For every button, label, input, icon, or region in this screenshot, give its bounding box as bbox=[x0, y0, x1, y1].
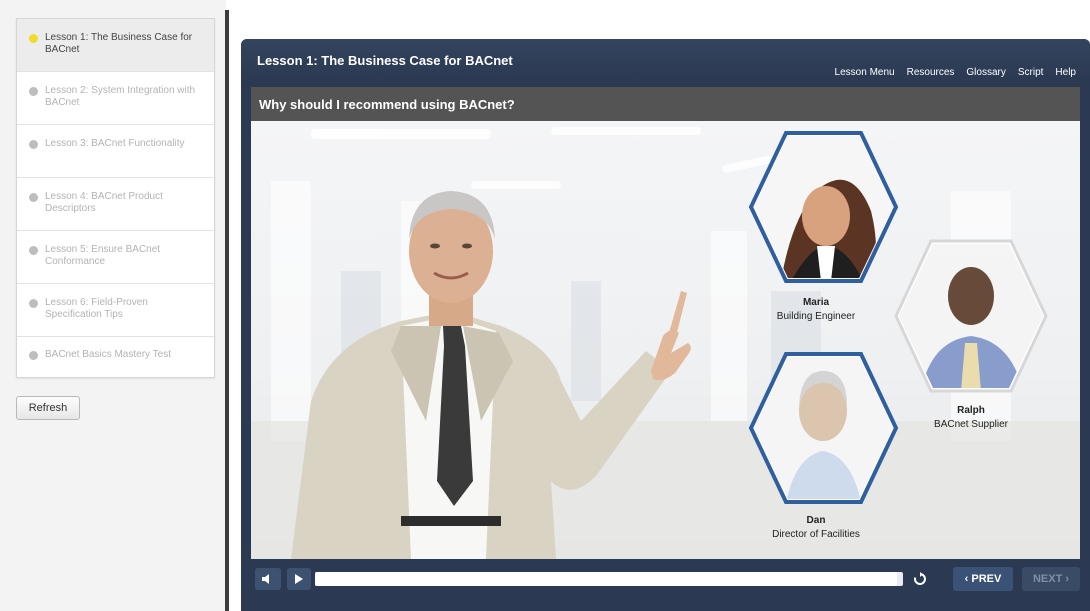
maria-name: Maria bbox=[802, 297, 830, 308]
lesson-item-4[interactable]: Lesson 4: BACnet Product Descriptors bbox=[17, 178, 214, 231]
mastery-test-item[interactable]: BACnet Basics Mastery Test bbox=[17, 337, 214, 377]
lesson-dot-icon bbox=[29, 351, 38, 360]
lesson-label: BACnet Basics Mastery Test bbox=[45, 349, 171, 360]
refresh-button[interactable]: Refresh bbox=[16, 396, 80, 420]
lesson-label: Lesson 1: The Business Case for BACnet bbox=[45, 32, 193, 55]
progress-bar[interactable] bbox=[315, 572, 903, 586]
lesson-label: Lesson 6: Field-Proven Specification Tip… bbox=[45, 297, 148, 320]
lesson-title: Lesson 1: The Business Case for BACnet bbox=[257, 53, 513, 68]
top-nav: Lesson Menu Resources Glossary Script He… bbox=[835, 67, 1076, 78]
player-header: Lesson 1: The Business Case for BACnet L… bbox=[241, 39, 1090, 87]
lesson-list: Lesson 1: The Business Case for BACnet L… bbox=[16, 18, 215, 378]
lesson-item-5[interactable]: Lesson 5: Ensure BACnet Conformance bbox=[17, 231, 214, 284]
question-text: Why should I recommend using BACnet? bbox=[259, 97, 515, 112]
lesson-item-3[interactable]: Lesson 3: BACnet Functionality bbox=[17, 125, 214, 178]
dan-name: Dan bbox=[806, 515, 826, 526]
player-controls: ‹ PREV NEXT › bbox=[241, 559, 1090, 611]
question-bar: Why should I recommend using BACnet? bbox=[251, 87, 1080, 121]
office-scene-illustration bbox=[251, 127, 1080, 559]
play-button[interactable] bbox=[287, 568, 311, 590]
sidebar: Lesson 1: The Business Case for BACnet L… bbox=[0, 0, 226, 611]
lesson-dot-icon bbox=[29, 193, 38, 202]
prev-button[interactable]: ‹ PREV bbox=[953, 567, 1013, 591]
lesson-dot-icon bbox=[29, 87, 38, 96]
nav-resources[interactable]: Resources bbox=[907, 67, 955, 78]
dan-role: Director of Facilities bbox=[772, 529, 860, 540]
lesson-item-2[interactable]: Lesson 2: System Integration with BACnet bbox=[17, 72, 214, 125]
nav-glossary[interactable]: Glossary bbox=[966, 67, 1005, 78]
progress-fill bbox=[315, 572, 898, 586]
nav-script[interactable]: Script bbox=[1018, 67, 1044, 78]
maria-avatar bbox=[748, 131, 899, 283]
lesson-label: Lesson 4: BACnet Product Descriptors bbox=[45, 191, 163, 214]
play-icon bbox=[295, 574, 303, 584]
maria-role: Building Engineer bbox=[776, 311, 856, 322]
lesson-dot-icon bbox=[29, 299, 38, 308]
lesson-dot-icon bbox=[29, 246, 38, 255]
replay-icon bbox=[913, 572, 926, 585]
lesson-label: Lesson 2: System Integration with BACnet bbox=[45, 85, 196, 108]
sidebar-divider bbox=[225, 10, 229, 611]
nav-help[interactable]: Help bbox=[1055, 67, 1076, 78]
lesson-dot-icon bbox=[29, 140, 38, 149]
lesson-label: Lesson 5: Ensure BACnet Conformance bbox=[45, 244, 161, 267]
ralph-name: Ralph bbox=[957, 405, 985, 416]
nav-lesson-menu[interactable]: Lesson Menu bbox=[835, 67, 895, 78]
lesson-item-6[interactable]: Lesson 6: Field-Proven Specification Tip… bbox=[17, 284, 214, 337]
scene-stage: Maria Building Engineer Ralph BACnet Sup… bbox=[251, 121, 1080, 559]
volume-icon bbox=[262, 574, 269, 584]
lesson-player: Lesson 1: The Business Case for BACnet L… bbox=[241, 39, 1090, 611]
lesson-label: Lesson 3: BACnet Functionality bbox=[45, 138, 185, 149]
ralph-role: BACnet Supplier bbox=[934, 419, 1008, 430]
active-lesson-dot-icon bbox=[29, 34, 38, 43]
next-button[interactable]: NEXT › bbox=[1022, 567, 1080, 591]
lesson-item-1[interactable]: Lesson 1: The Business Case for BACnet bbox=[17, 19, 214, 72]
replay-button[interactable] bbox=[908, 568, 932, 590]
ralph-avatar bbox=[894, 239, 1048, 393]
volume-button[interactable] bbox=[255, 568, 281, 590]
